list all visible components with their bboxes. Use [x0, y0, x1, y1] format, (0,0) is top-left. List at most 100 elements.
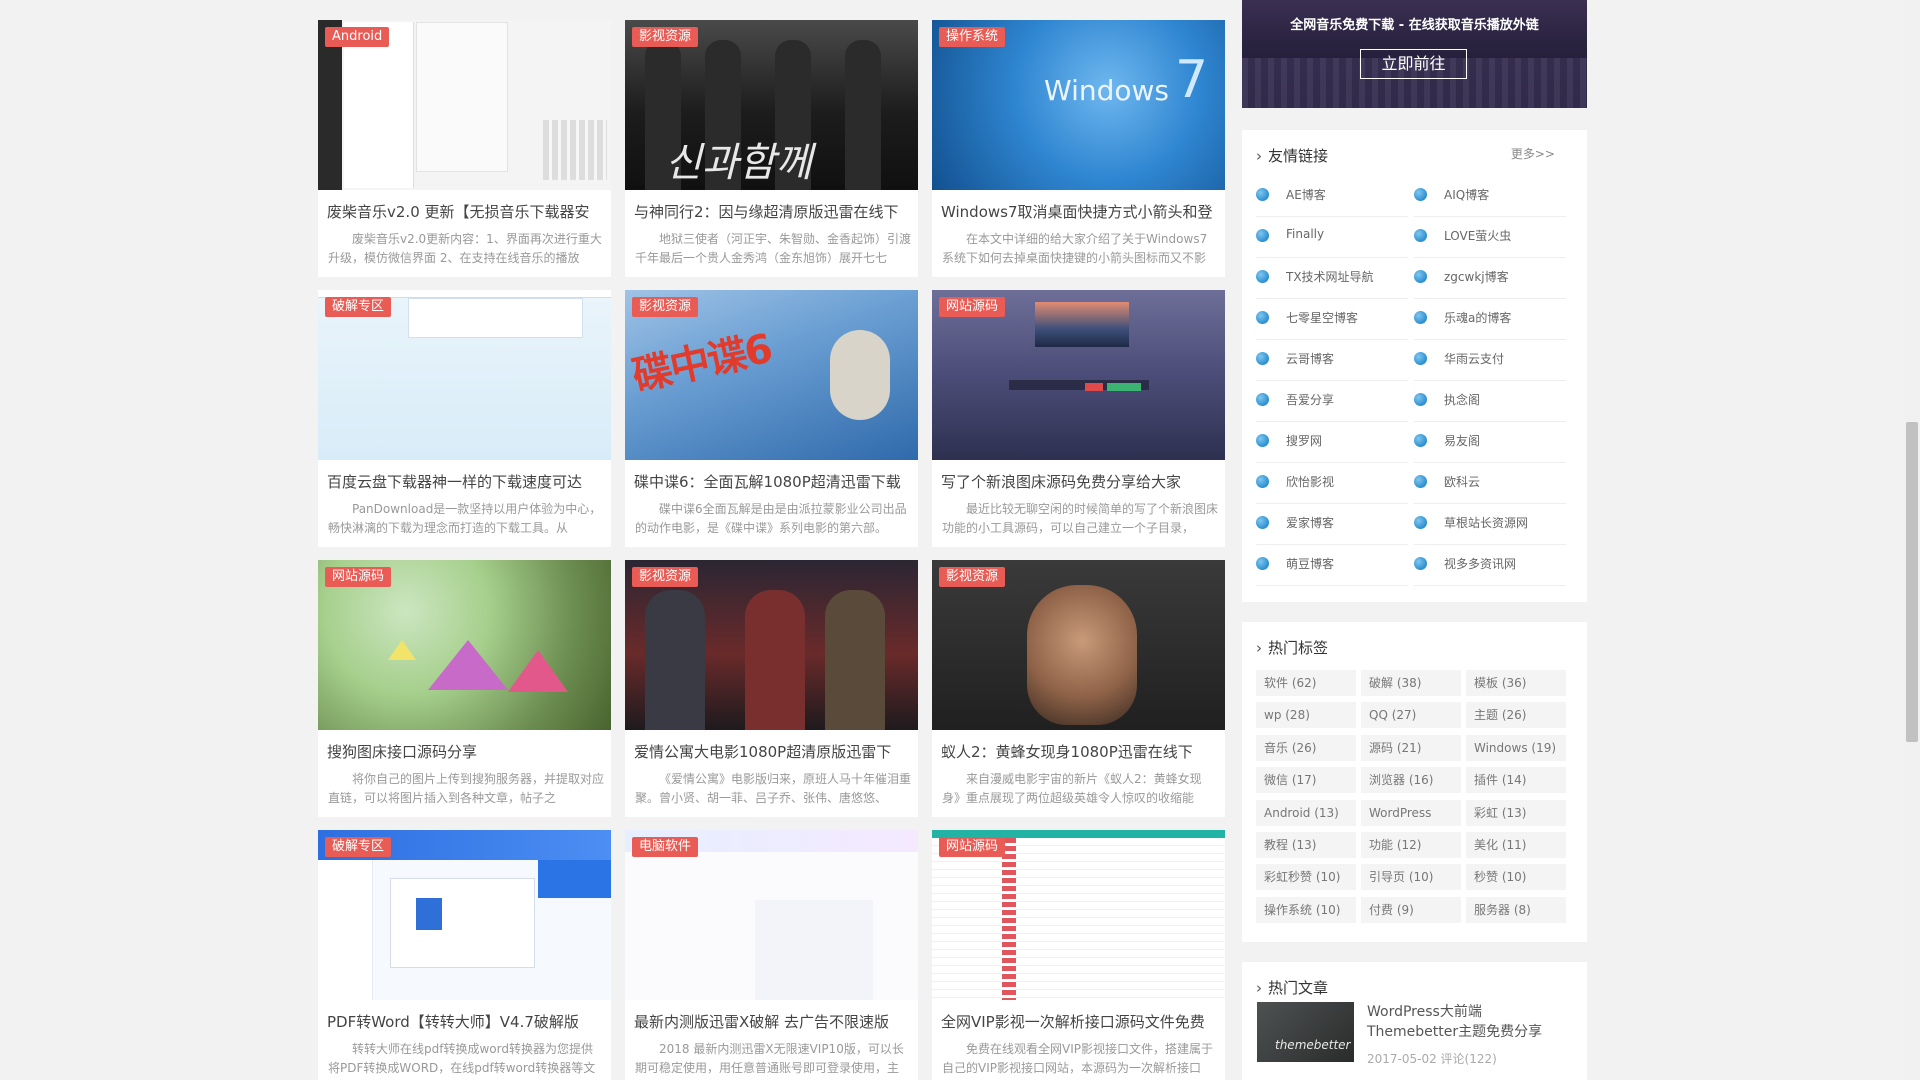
tag-item[interactable]: 美化 (11) — [1466, 832, 1566, 858]
tag-item[interactable]: 教程 (13) — [1256, 832, 1356, 858]
friend-link-label[interactable]: 爱家博客 — [1286, 514, 1334, 531]
friend-link-label[interactable]: 萌豆博客 — [1286, 555, 1334, 572]
category-badge[interactable]: 影视资源 — [632, 27, 699, 47]
post-thumbnail[interactable]: 破解专区 — [318, 830, 611, 1000]
tag-item[interactable]: 秒赞 (10) — [1466, 864, 1566, 891]
post-card[interactable]: 신과함께 影视资源 与神同行2：因与缘超清原版迅雷在线下 地狱三使者（河正宇、朱… — [625, 20, 918, 277]
tag-item[interactable]: 插件 (14) — [1466, 767, 1566, 794]
post-card[interactable]: Windows 7 操作系统 Windows7取消桌面快捷方式小箭头和登 在本文… — [932, 20, 1225, 277]
tag-item[interactable]: 软件 (62) — [1256, 670, 1356, 696]
friend-link[interactable]: 吾爱分享 — [1256, 381, 1416, 422]
tag-item[interactable]: 音乐 (26) — [1256, 734, 1356, 761]
friend-link-label[interactable]: 云哥博客 — [1286, 350, 1334, 367]
post-card[interactable]: 破解专区 百度云盘下载器神一样的下载速度可达 PanDownload是一款坚持以… — [318, 290, 611, 547]
scrollbar-thumb[interactable] — [1906, 422, 1918, 742]
tag-item[interactable]: QQ (27) — [1361, 702, 1461, 729]
friend-link[interactable]: AE博客 — [1256, 176, 1416, 217]
post-thumbnail[interactable]: 碟中谍6 影视资源 — [625, 290, 918, 460]
tag-item[interactable]: 操作系统 (10) — [1256, 896, 1356, 923]
hot-post-title[interactable]: WordPress大前端Themebetter主题免费分享 — [1367, 1002, 1572, 1042]
tag-item[interactable]: 主题 (26) — [1466, 702, 1566, 729]
friend-link[interactable]: 执念阁 — [1414, 381, 1574, 422]
friend-link-label[interactable]: 华雨云支付 — [1444, 350, 1504, 367]
post-thumbnail[interactable]: 网站源码 — [932, 290, 1225, 460]
tag-item[interactable]: 彩虹秒赞 (10) — [1256, 864, 1356, 891]
tag-item[interactable]: 源码 (21) — [1361, 734, 1461, 761]
category-badge[interactable]: 网站源码 — [939, 837, 1006, 857]
post-title[interactable]: 搜狗图床接口源码分享 — [327, 741, 603, 762]
post-title[interactable]: 废柴音乐v2.0 更新【无损音乐下载器安 — [327, 201, 603, 222]
category-badge[interactable]: 电脑软件 — [632, 837, 699, 857]
friend-link-label[interactable]: TX技术网址导航 — [1286, 268, 1374, 285]
category-badge[interactable]: 影视资源 — [939, 567, 1006, 587]
friend-link[interactable]: 乐魂a的博客 — [1414, 299, 1574, 340]
tag-item[interactable]: Windows (19) — [1466, 734, 1566, 761]
friend-link-label[interactable]: 草根站长资源网 — [1444, 514, 1528, 531]
friend-link[interactable]: 欣怡影视 — [1256, 463, 1416, 504]
post-thumbnail[interactable]: Windows 7 操作系统 — [932, 20, 1225, 190]
friend-link-label[interactable]: 欧科云 — [1444, 473, 1480, 490]
post-thumbnail[interactable]: Android — [318, 20, 611, 190]
banner-go-button[interactable]: 立即前往 — [1360, 49, 1467, 79]
post-title[interactable]: 百度云盘下载器神一样的下载速度可达 — [327, 471, 603, 492]
friend-link[interactable]: 华雨云支付 — [1414, 340, 1574, 381]
friend-link[interactable]: 云哥博客 — [1256, 340, 1416, 381]
post-title[interactable]: 碟中谍6：全面瓦解1080P超清迅雷下载 — [634, 471, 910, 492]
friend-link-label[interactable]: 搜罗网 — [1286, 432, 1322, 449]
tag-item[interactable]: 服务器 (8) — [1466, 896, 1566, 923]
post-card[interactable]: 碟中谍6 影视资源 碟中谍6：全面瓦解1080P超清迅雷下载 碟中谍6全面瓦解是… — [625, 290, 918, 547]
tag-item[interactable]: 浏览器 (16) — [1361, 767, 1461, 794]
friend-link[interactable]: 易友阁 — [1414, 422, 1574, 463]
friend-link-label[interactable]: AE博客 — [1286, 186, 1326, 203]
friend-link-label[interactable]: 易友阁 — [1444, 432, 1480, 449]
post-thumbnail[interactable]: 破解专区 — [318, 290, 611, 460]
post-title[interactable]: Windows7取消桌面快捷方式小箭头和登 — [941, 201, 1217, 222]
friend-link[interactable]: TX技术网址导航 — [1256, 258, 1416, 299]
friend-link[interactable]: 搜罗网 — [1256, 422, 1416, 463]
links-more-link[interactable]: 更多>> — [1511, 145, 1555, 162]
friend-link-label[interactable]: 欣怡影视 — [1286, 473, 1334, 490]
post-thumbnail[interactable]: 网站源码 — [932, 830, 1225, 1000]
post-title[interactable]: 写了个新浪图床源码免费分享给大家 — [941, 471, 1217, 492]
friend-link-label[interactable]: 七零星空博客 — [1286, 309, 1358, 326]
post-thumbnail[interactable]: 影视资源 — [625, 560, 918, 730]
friend-link[interactable]: LOVE萤火虫 — [1414, 217, 1574, 258]
music-banner[interactable]: 全网音乐免费下载 - 在线获取音乐播放外链 立即前往 — [1242, 0, 1587, 108]
friend-link[interactable]: 欧科云 — [1414, 463, 1574, 504]
friend-link[interactable]: Finally — [1256, 217, 1416, 258]
friend-link[interactable]: 视多多资讯网 — [1414, 545, 1574, 586]
hot-post-thumbnail[interactable]: themebetter — [1257, 1002, 1354, 1062]
post-card[interactable]: 网站源码 写了个新浪图床源码免费分享给大家 最近比较无聊空闲的时候简单的写了个新… — [932, 290, 1225, 547]
post-title[interactable]: 全网VIP影视一次解析接口源码文件免费 — [941, 1011, 1217, 1032]
post-card[interactable]: 电脑软件 最新内测版迅雷X破解 去广告不限速版 2018 最新内测迅雷X无限速V… — [625, 830, 918, 1080]
friend-link[interactable]: 萌豆博客 — [1256, 545, 1416, 586]
friend-link-label[interactable]: 执念阁 — [1444, 391, 1480, 408]
friend-link-label[interactable]: 视多多资讯网 — [1444, 555, 1516, 572]
tag-item[interactable]: wp (28) — [1256, 702, 1356, 729]
post-title[interactable]: 爱情公寓大电影1080P超清原版迅雷下 — [634, 741, 910, 762]
tag-item[interactable]: 彩虹 (13) — [1466, 799, 1566, 826]
post-title[interactable]: 最新内测版迅雷X破解 去广告不限速版 — [634, 1011, 910, 1032]
category-badge[interactable]: 破解专区 — [325, 837, 392, 857]
post-title[interactable]: 与神同行2：因与缘超清原版迅雷在线下 — [634, 201, 910, 222]
tag-item[interactable]: 功能 (12) — [1361, 832, 1461, 858]
category-badge[interactable]: 网站源码 — [325, 567, 392, 587]
post-card[interactable]: 网站源码 全网VIP影视一次解析接口源码文件免费 免费在线观看全网VIP影视接口… — [932, 830, 1225, 1080]
tag-item[interactable]: 模板 (36) — [1466, 670, 1566, 696]
friend-link-label[interactable]: zgcwkj博客 — [1444, 268, 1509, 285]
friend-link-label[interactable]: LOVE萤火虫 — [1444, 227, 1511, 244]
tag-item[interactable]: 破解 (38) — [1361, 670, 1461, 696]
category-badge[interactable]: Android — [325, 27, 390, 47]
friend-link[interactable]: AIQ博客 — [1414, 176, 1574, 217]
friend-link-label[interactable]: 吾爱分享 — [1286, 391, 1334, 408]
tag-item[interactable]: 微信 (17) — [1256, 767, 1356, 794]
friend-link[interactable]: 爱家博客 — [1256, 504, 1416, 545]
tag-item[interactable]: Android (13) — [1256, 799, 1356, 826]
category-badge[interactable]: 影视资源 — [632, 567, 699, 587]
friend-link-label[interactable]: 乐魂a的博客 — [1444, 309, 1511, 326]
friend-link[interactable]: 七零星空博客 — [1256, 299, 1416, 340]
tag-item[interactable]: 付费 (9) — [1361, 896, 1461, 923]
hot-post[interactable]: themebetter WordPress大前端Themebetter主题免费分… — [1257, 1002, 1572, 1066]
post-card[interactable]: 影视资源 蚁人2：黄蜂女现身1080P迅雷在线下 来自漫威电影宇宙的新片《蚁人2… — [932, 560, 1225, 817]
post-card[interactable]: 破解专区 PDF转Word【转转大师】V4.7破解版 转转大师在线pdf转换成w… — [318, 830, 611, 1080]
